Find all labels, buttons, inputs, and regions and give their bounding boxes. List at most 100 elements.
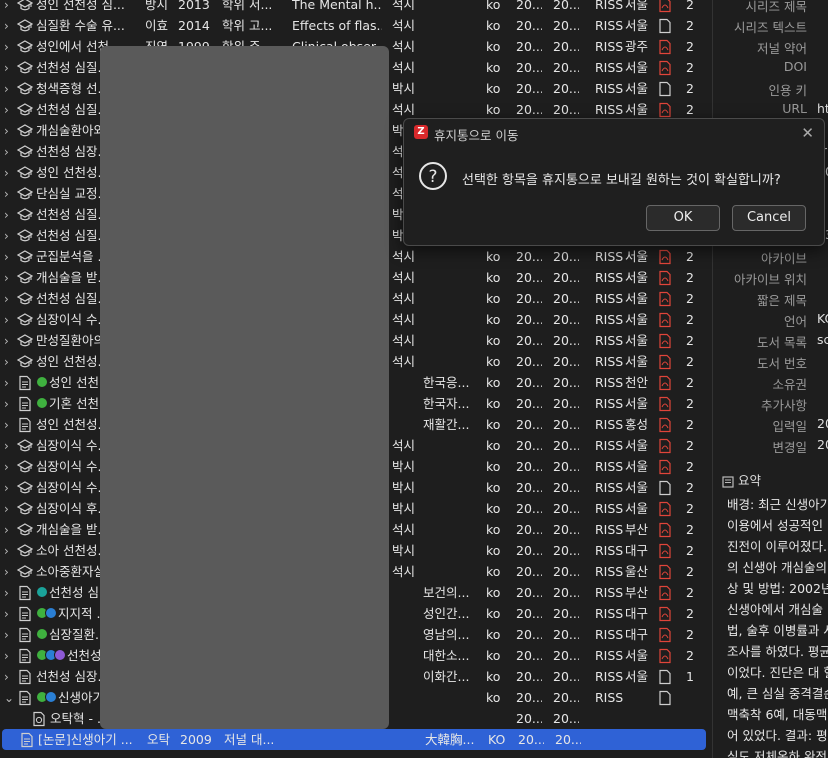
chevron-right-icon[interactable]: › <box>4 0 16 13</box>
dialog-title: 휴지통으로 이동 <box>434 128 519 143</box>
chevron-right-icon[interactable]: › <box>4 459 16 475</box>
pdf-attachment-icon[interactable] <box>658 417 674 437</box>
chevron-right-icon[interactable]: › <box>4 186 16 202</box>
pdf-attachment-icon[interactable] <box>658 585 674 605</box>
chevron-right-icon[interactable]: › <box>4 669 16 685</box>
info-field-row: 짧은 제목 <box>713 288 828 308</box>
chevron-right-icon[interactable]: › <box>4 417 16 433</box>
chevron-right-icon[interactable]: › <box>4 564 16 580</box>
chevron-right-icon[interactable]: › <box>4 228 16 244</box>
chevron-right-icon[interactable]: › <box>4 501 16 517</box>
chevron-right-icon[interactable]: › <box>4 522 16 538</box>
chevron-right-icon[interactable]: › <box>4 81 16 97</box>
date-added-cell: 20... <box>516 690 542 705</box>
pdf-attachment-icon[interactable] <box>658 648 674 668</box>
list-item[interactable]: › 심질환 수술 유... 이효 2014 학위 고... Effects of flas… <box>0 15 706 36</box>
language-cell: ko <box>486 291 501 306</box>
pdf-attachment-icon[interactable] <box>658 354 674 374</box>
pdf-attachment-icon[interactable] <box>658 39 674 59</box>
pdf-attachment-icon[interactable] <box>658 543 674 563</box>
pdf-attachment-icon[interactable] <box>658 312 674 332</box>
chevron-right-icon[interactable]: › <box>4 207 16 223</box>
field-label: 저널 약어 <box>757 41 807 56</box>
info-field-row: 입력일 20 <box>713 414 828 434</box>
chevron-right-icon[interactable]: › <box>4 648 16 664</box>
date-modified-cell: 20... <box>555 732 581 747</box>
chevron-right-icon[interactable]: › <box>4 627 16 643</box>
pdf-attachment-icon[interactable] <box>658 249 674 269</box>
item-title-text: [논문]신생아기 ... <box>38 732 133 747</box>
chevron-right-icon[interactable]: › <box>4 585 16 601</box>
chevron-right-icon[interactable]: › <box>4 39 16 55</box>
abstract-text[interactable]: 배경: 최근 신생아기 이용에서 성공적인 진전이 이루어졌다. 의 신생아 개… <box>727 494 828 758</box>
field-value[interactable]: 20 <box>817 416 828 431</box>
attachment-icon[interactable] <box>658 690 674 710</box>
date-added-cell: 20... <box>518 732 544 747</box>
date-added-cell: 20... <box>516 375 542 390</box>
pdf-attachment-icon[interactable] <box>658 291 674 311</box>
pdf-attachment-icon[interactable] <box>658 459 674 479</box>
notes-count-cell: 2 <box>686 333 694 348</box>
pdf-attachment-icon[interactable] <box>658 396 674 416</box>
chevron-right-icon[interactable]: › <box>4 312 16 328</box>
field-value[interactable]: sc <box>817 332 828 347</box>
chevron-right-icon[interactable]: › <box>4 375 16 391</box>
field-value[interactable]: ht <box>817 101 828 116</box>
cancel-button[interactable]: Cancel <box>732 205 806 231</box>
chevron-right-icon[interactable]: › <box>4 543 16 559</box>
pdf-attachment-icon[interactable] <box>658 606 674 626</box>
field-value[interactable]: 20 <box>817 437 828 452</box>
chevron-right-icon[interactable]: › <box>4 102 16 118</box>
document-icon <box>17 585 33 601</box>
list-item[interactable]: › 성인 선천성 심... 방시 2013 학위 서... The Mental h...… <box>0 0 706 15</box>
ok-button[interactable]: OK <box>646 205 720 231</box>
date-added-cell: 20... <box>516 312 542 327</box>
chevron-right-icon[interactable]: › <box>4 291 16 307</box>
chevron-right-icon[interactable]: › <box>4 438 16 454</box>
thesis-icon <box>17 249 33 265</box>
date-modified-cell: 20... <box>553 501 579 516</box>
pdf-attachment-icon[interactable] <box>658 522 674 542</box>
chevron-right-icon[interactable]: › <box>4 60 16 76</box>
chevron-right-icon[interactable]: › <box>4 165 16 181</box>
chevron-right-icon[interactable]: › <box>4 144 16 160</box>
field-value[interactable]: KO <box>817 311 828 326</box>
notes-count-cell: 2 <box>686 522 694 537</box>
pdf-attachment-icon[interactable] <box>658 627 674 647</box>
chevron-right-icon[interactable]: › <box>4 249 16 265</box>
attachment-icon[interactable] <box>658 480 674 500</box>
pdf-attachment-icon[interactable] <box>658 438 674 458</box>
abstract-header[interactable]: 요약 <box>720 470 761 489</box>
pdf-attachment-icon[interactable] <box>658 501 674 521</box>
pdf-attachment-icon[interactable] <box>658 60 674 80</box>
pdf-attachment-icon[interactable] <box>658 270 674 290</box>
list-item[interactable]: [논문]신생아기 ... 오탁 2009 저널 대... 大韓胸... KO 20... 20… <box>2 729 706 750</box>
pdf-attachment-icon[interactable] <box>658 375 674 395</box>
chevron-right-icon[interactable]: › <box>4 354 16 370</box>
attachment-icon[interactable] <box>658 81 674 101</box>
chevron-right-icon[interactable]: › <box>4 333 16 349</box>
chevron-down-icon[interactable]: ⌄ <box>4 690 16 706</box>
pdf-attachment-icon[interactable] <box>658 333 674 353</box>
chevron-right-icon[interactable]: › <box>4 18 16 34</box>
date-added-cell: 20... <box>516 438 542 453</box>
chevron-right-icon[interactable]: › <box>4 270 16 286</box>
place-cell: 서울 <box>625 396 649 411</box>
degree-cell: 석시 <box>392 354 416 369</box>
attachment-icon[interactable] <box>658 18 674 38</box>
chevron-right-icon[interactable]: › <box>4 123 16 139</box>
info-field-row: URL ht <box>713 99 828 119</box>
language-cell: ko <box>486 438 501 453</box>
attachment-icon[interactable] <box>658 669 674 689</box>
item-title-text: 선천성 심질... <box>36 102 110 117</box>
pdf-attachment-icon[interactable] <box>658 564 674 584</box>
tag-color-dot <box>36 628 48 640</box>
close-icon[interactable]: ✕ <box>801 124 814 142</box>
chevron-right-icon[interactable]: › <box>4 396 16 412</box>
field-label: 언어 <box>783 314 807 329</box>
chevron-right-icon[interactable]: › <box>4 606 16 622</box>
chevron-right-icon[interactable]: › <box>4 480 16 496</box>
date-modified-cell: 20... <box>553 459 579 474</box>
field-label: 시리즈 제목 <box>745 0 807 14</box>
date-modified-cell: 20... <box>553 438 579 453</box>
